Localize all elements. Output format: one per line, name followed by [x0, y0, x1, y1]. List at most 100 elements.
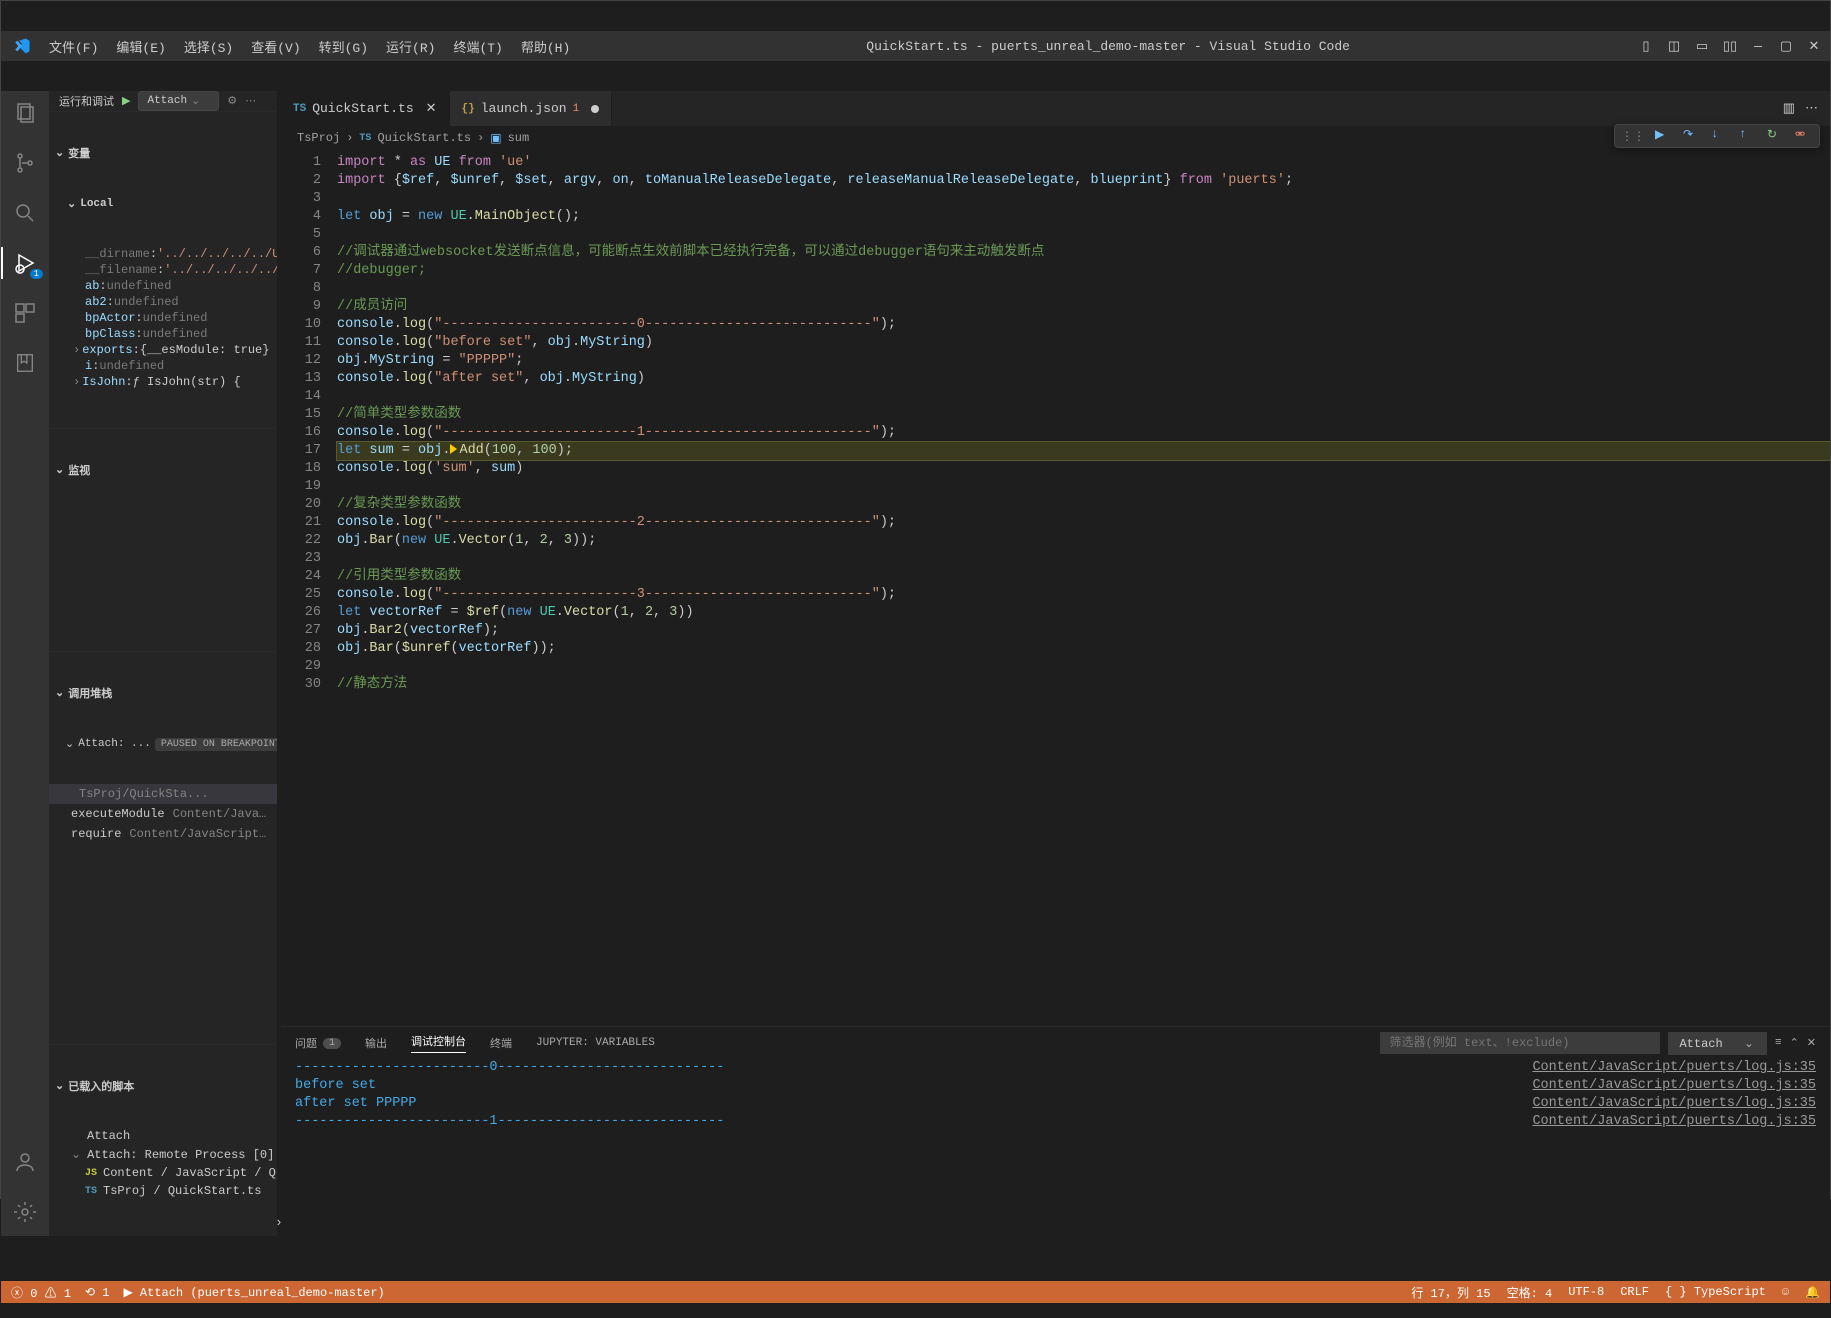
bookmark-icon[interactable] — [11, 349, 39, 377]
loaded-script-row[interactable]: ⌄Attach: Remote Process [0] — [49, 1145, 277, 1164]
menu-item[interactable]: 文件(F) — [41, 33, 106, 60]
variable-row[interactable]: __filename: '../../../../../... — [49, 262, 277, 278]
step-over-icon[interactable]: ↷ — [1683, 127, 1701, 145]
variable-row[interactable]: ›exports: {__esModule: true} — [49, 342, 277, 358]
debug-settings-icon[interactable]: ⚙ — [227, 94, 237, 108]
debug-toolbar[interactable]: ⋮⋮ ▶ ↷ ↓ ↑ ↻ ⚮ — [1614, 124, 1820, 148]
code-line[interactable] — [337, 388, 1830, 406]
watch-section-header[interactable]: ⌄监视 — [49, 459, 277, 481]
code-line[interactable]: //复杂类型参数函数 — [337, 496, 1830, 514]
variable-row[interactable]: ab2: undefined — [49, 294, 277, 310]
code-line[interactable]: console.log("------------------------0--… — [337, 316, 1830, 334]
breadcrumbs[interactable]: TsProj› TS QuickStart.ts› ▣sum ⋮⋮ ▶ ↷ ↓ … — [281, 126, 1830, 150]
variable-row[interactable]: ab: undefined — [49, 278, 277, 294]
code-line[interactable]: import * as UE from 'ue' — [337, 154, 1830, 172]
code-line[interactable]: obj.Bar(new UE.Vector(1, 2, 3)); — [337, 532, 1830, 550]
continue-icon[interactable]: ▶ — [1655, 127, 1673, 145]
breadcrumb-file[interactable]: QuickStart.ts — [377, 131, 471, 145]
tab-jupyter[interactable]: JUPYTER: VARIABLES — [536, 1037, 655, 1049]
code-line[interactable]: //debugger; — [337, 262, 1830, 280]
code-line[interactable] — [337, 550, 1830, 568]
run-debug-icon[interactable]: 1 — [11, 249, 39, 277]
menu-item[interactable]: 运行(R) — [378, 33, 443, 60]
status-indent[interactable]: 空格: 4 — [1507, 1284, 1553, 1301]
variable-row[interactable]: ›IsJohn: ƒ IsJohn(str) { — [49, 374, 277, 390]
callstack-frame[interactable]: TsProj/QuickSta... — [49, 784, 277, 804]
maximize-button[interactable]: ▢ — [1778, 38, 1794, 54]
tab-problems[interactable]: 问题1 — [295, 1035, 341, 1051]
status-debug-target[interactable]: ▶ Attach (puerts_unreal_demo-master) — [123, 1285, 384, 1300]
status-cursor-pos[interactable]: 行 17，列 15 — [1411, 1284, 1490, 1301]
code-line[interactable] — [337, 478, 1830, 496]
menu-item[interactable]: 编辑(E) — [108, 33, 173, 60]
variables-scope-local[interactable]: ⌄Local — [49, 194, 277, 214]
code-line[interactable]: console.log("before set", obj.MyString) — [337, 334, 1830, 352]
code-line[interactable]: obj.Bar2(vectorRef); — [337, 622, 1830, 640]
menu-item[interactable]: 帮助(H) — [513, 33, 578, 60]
source-control-icon[interactable] — [11, 149, 39, 177]
console-source-link[interactable]: Content/JavaScript/puerts/log.js:35 — [1532, 1113, 1816, 1131]
console-source-link[interactable]: Content/JavaScript/puerts/log.js:35 — [1532, 1077, 1816, 1095]
loaded-script-row[interactable]: TS TsProj / QuickStart.ts — [49, 1182, 277, 1200]
code-line[interactable]: let sum = obj.Add(100, 100); — [337, 442, 1830, 460]
layout-panel-icon[interactable]: ◫ — [1666, 38, 1682, 54]
status-eol[interactable]: CRLF — [1620, 1285, 1649, 1299]
extensions-icon[interactable] — [11, 299, 39, 327]
loaded-script-row[interactable]: JS Content / JavaScript / QuickStart... — [49, 1164, 277, 1182]
callstack-thread[interactable]: ⌄Attach: ... PAUSED ON BREAKPOINT — [49, 734, 277, 754]
minimize-button[interactable]: — — [1750, 38, 1766, 54]
code-line[interactable]: console.log("after set", obj.MyString) — [337, 370, 1830, 388]
close-button[interactable]: ✕ — [1806, 38, 1822, 54]
console-source-link[interactable]: Content/JavaScript/puerts/log.js:35 — [1532, 1059, 1816, 1077]
step-into-icon[interactable]: ↓ — [1711, 127, 1729, 145]
code-editor[interactable]: 1234567891011121314151617181920212223242… — [281, 150, 1830, 1026]
code-line[interactable]: import {$ref, $unref, $set, argv, on, to… — [337, 172, 1830, 190]
code-line[interactable]: let vectorRef = $ref(new UE.Vector(1, 2,… — [337, 604, 1830, 622]
loaded-script-row[interactable]: Attach — [49, 1127, 277, 1145]
menu-item[interactable]: 查看(V) — [243, 33, 308, 60]
code-line[interactable]: let obj = new UE.MainObject(); — [337, 208, 1830, 226]
code-line[interactable]: obj.Bar($unref(vectorRef)); — [337, 640, 1830, 658]
callstack-frame[interactable]: requireContent/JavaScript/... — [49, 824, 277, 844]
variables-section-header[interactable]: ⌄变量 — [49, 142, 277, 164]
variable-row[interactable]: __dirname: '../../../../../U... — [49, 246, 277, 262]
menu-item[interactable]: 选择(S) — [176, 33, 241, 60]
breadcrumb-folder[interactable]: TsProj — [297, 131, 340, 145]
code-line[interactable]: //成员访问 — [337, 298, 1830, 316]
code-line[interactable] — [337, 190, 1830, 208]
layout-side-icon[interactable]: ▭ — [1694, 38, 1710, 54]
search-icon[interactable] — [11, 199, 39, 227]
console-filter-input[interactable] — [1380, 1032, 1660, 1054]
panel-close-icon[interactable]: ✕ — [1807, 1036, 1816, 1050]
debug-config-selector[interactable]: Attach ⌄ — [138, 91, 219, 111]
code-line[interactable]: obj.MyString = "PPPPP"; — [337, 352, 1830, 370]
drag-handle-icon[interactable]: ⋮⋮ — [1621, 129, 1645, 144]
more-editor-actions-icon[interactable]: ⋯ — [1805, 101, 1818, 116]
accounts-icon[interactable] — [11, 1148, 39, 1176]
code-line[interactable] — [337, 226, 1830, 244]
start-debug-icon[interactable]: ▶ — [122, 94, 130, 108]
step-out-icon[interactable]: ↑ — [1739, 127, 1757, 145]
layout-customize-icon[interactable]: ▯▯ — [1722, 38, 1738, 54]
status-errors[interactable]: ⓧ 0 ⚠ 1 — [11, 1284, 71, 1301]
status-notifications-icon[interactable]: 🔔 — [1805, 1285, 1820, 1300]
panel-maximize-icon[interactable]: ⌃ — [1790, 1036, 1799, 1050]
tab-debug-console[interactable]: 调试控制台 — [411, 1033, 466, 1053]
callstack-section-header[interactable]: ⌄调用堆栈 — [49, 682, 277, 704]
callstack-frame[interactable]: executeModuleContent/Java... — [49, 804, 277, 824]
code-line[interactable]: //静态方法 — [337, 676, 1830, 694]
variable-row[interactable]: i: undefined — [49, 358, 277, 374]
code-line[interactable]: //调试器通过websocket发送断点信息，可能断点生效前脚本已经执行完备，可… — [337, 244, 1830, 262]
variable-row[interactable]: bpActor: undefined — [49, 310, 277, 326]
code-line[interactable]: //简单类型参数函数 — [337, 406, 1830, 424]
code-line[interactable] — [337, 280, 1830, 298]
breadcrumb-symbol[interactable]: sum — [508, 131, 530, 145]
debug-session-select[interactable]: Attach ⌄ — [1668, 1032, 1766, 1055]
tab-output[interactable]: 输出 — [365, 1035, 387, 1051]
explorer-icon[interactable] — [11, 99, 39, 127]
menu-item[interactable]: 转到(G) — [311, 33, 376, 60]
loaded-scripts-header[interactable]: ⌄已载入的脚本 — [49, 1075, 277, 1097]
status-feedback-icon[interactable]: ☺ — [1782, 1285, 1789, 1299]
code-line[interactable]: console.log("------------------------1--… — [337, 424, 1830, 442]
tab-terminal[interactable]: 终端 — [490, 1035, 512, 1051]
